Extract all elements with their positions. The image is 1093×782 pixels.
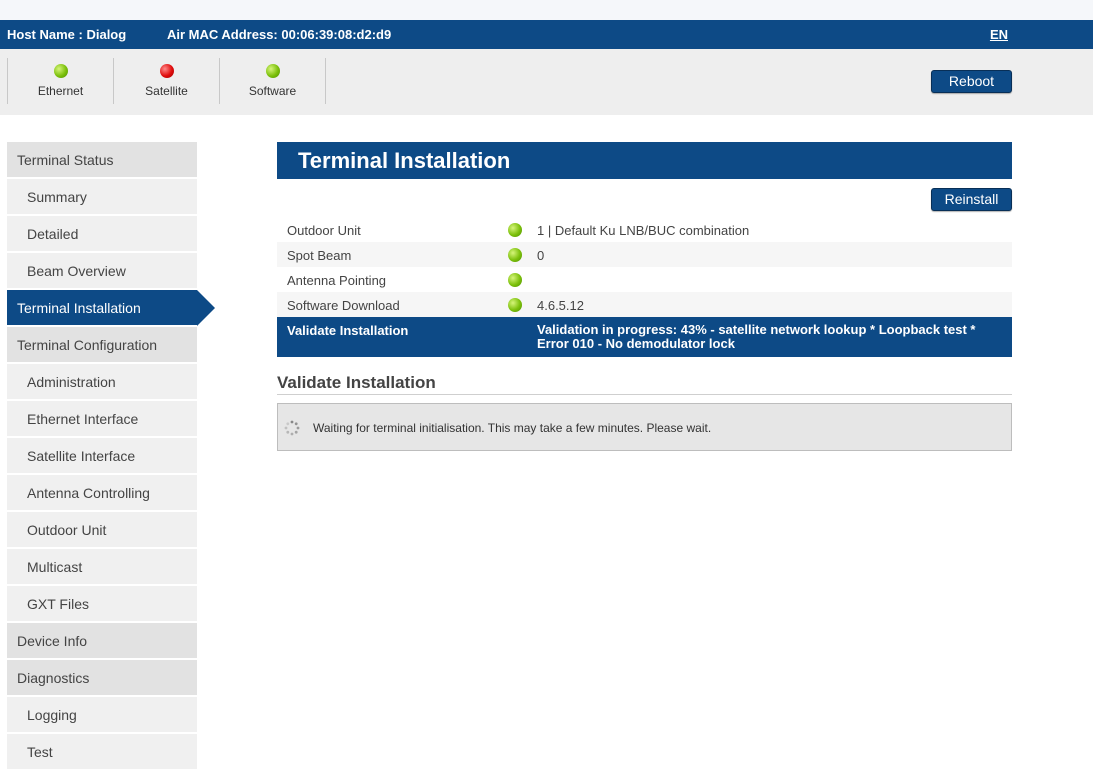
row-label: Validate Installation [287,323,409,338]
row-label: Software Download [287,298,400,313]
sidebar-item-multicast[interactable]: Multicast [7,549,197,585]
status-led-icon [508,298,522,312]
sidebar-item-administration[interactable]: Administration [7,364,197,400]
indicator-ethernet: Ethernet [8,58,113,103]
sidebar-item-summary[interactable]: Summary [7,179,197,215]
host-bar: Host Name : Dialog Air MAC Address: 00:0… [0,20,1093,49]
row-value: 1 | Default Ku LNB/BUC combination [537,223,750,238]
status-led-icon [265,64,280,78]
sidebar-item-terminal-configuration[interactable]: Terminal Configuration [7,327,197,363]
indicator-software: Software [220,58,325,103]
status-led-icon [53,64,68,78]
table-row-validate-installation: Validate Installation Validation in prog… [277,317,1012,357]
sidebar-item-antenna-controlling[interactable]: Antenna Controlling [7,475,197,511]
row-value: Validation in progress: 43% - satellite … [537,322,976,351]
sidebar-item-terminal-status[interactable]: Terminal Status [7,142,197,178]
sidebar-item-detailed[interactable]: Detailed [7,216,197,252]
notice-text: Waiting for terminal initialisation. Thi… [313,421,712,435]
indicator-label: Ethernet [37,84,84,98]
row-label: Outdoor Unit [287,223,361,238]
sidebar-nav: Terminal Status Summary Detailed Beam Ov… [7,142,215,771]
sidebar-item-ethernet-interface[interactable]: Ethernet Interface [7,401,197,437]
sidebar-item-test[interactable]: Test [7,734,197,770]
table-row-antenna-pointing: Antenna Pointing [277,267,1012,292]
sidebar-item-outdoor-unit[interactable]: Outdoor Unit [7,512,197,548]
sidebar-item-beam-overview[interactable]: Beam Overview [7,253,197,289]
reboot-button[interactable]: Reboot [931,70,1012,93]
main-content: Terminal Installation Reinstall Outdoor … [277,142,1012,451]
sidebar-item-terminal-installation[interactable]: Terminal Installation [7,290,215,326]
status-led-icon [508,223,522,237]
row-label: Spot Beam [287,248,352,263]
loading-spinner-icon [284,420,300,436]
table-row-software-download: Software Download 4.6.5.12 [277,292,1012,317]
indicator-label: Software [248,84,297,98]
language-link[interactable]: EN [990,27,1008,42]
host-name: Host Name : Dialog [7,27,127,42]
status-led-icon [508,248,522,262]
row-label: Antenna Pointing [287,273,387,288]
sidebar-item-device-info[interactable]: Device Info [7,623,197,659]
indicator-satellite: Satellite [114,58,219,103]
table-row-outdoor-unit: Outdoor Unit 1 | Default Ku LNB/BUC comb… [277,217,1012,242]
sidebar-item-satellite-interface[interactable]: Satellite Interface [7,438,197,474]
indicator-label: Satellite [145,84,188,98]
installation-status-table: Outdoor Unit 1 | Default Ku LNB/BUC comb… [277,217,1012,357]
status-led-icon [159,64,174,78]
row-value: 4.6.5.12 [537,298,584,313]
status-indicators: Ethernet Satellite Software Reboot [0,49,1093,115]
top-strip [0,0,1093,20]
status-led-icon [508,273,522,287]
waiting-notice: Waiting for terminal initialisation. Thi… [277,403,1012,451]
air-mac-address: Air MAC Address: 00:06:39:08:d2:d9 [167,27,392,42]
table-row-spot-beam: Spot Beam 0 [277,242,1012,267]
sidebar-item-diagnostics[interactable]: Diagnostics [7,660,197,696]
page-title: Terminal Installation [277,142,1012,179]
sidebar-item-logging[interactable]: Logging [7,697,197,733]
divider [325,58,326,104]
section-title: Validate Installation [277,373,1012,395]
reinstall-button[interactable]: Reinstall [931,188,1012,211]
row-value: 0 [537,248,545,263]
sidebar-item-gxt-files[interactable]: GXT Files [7,586,197,622]
